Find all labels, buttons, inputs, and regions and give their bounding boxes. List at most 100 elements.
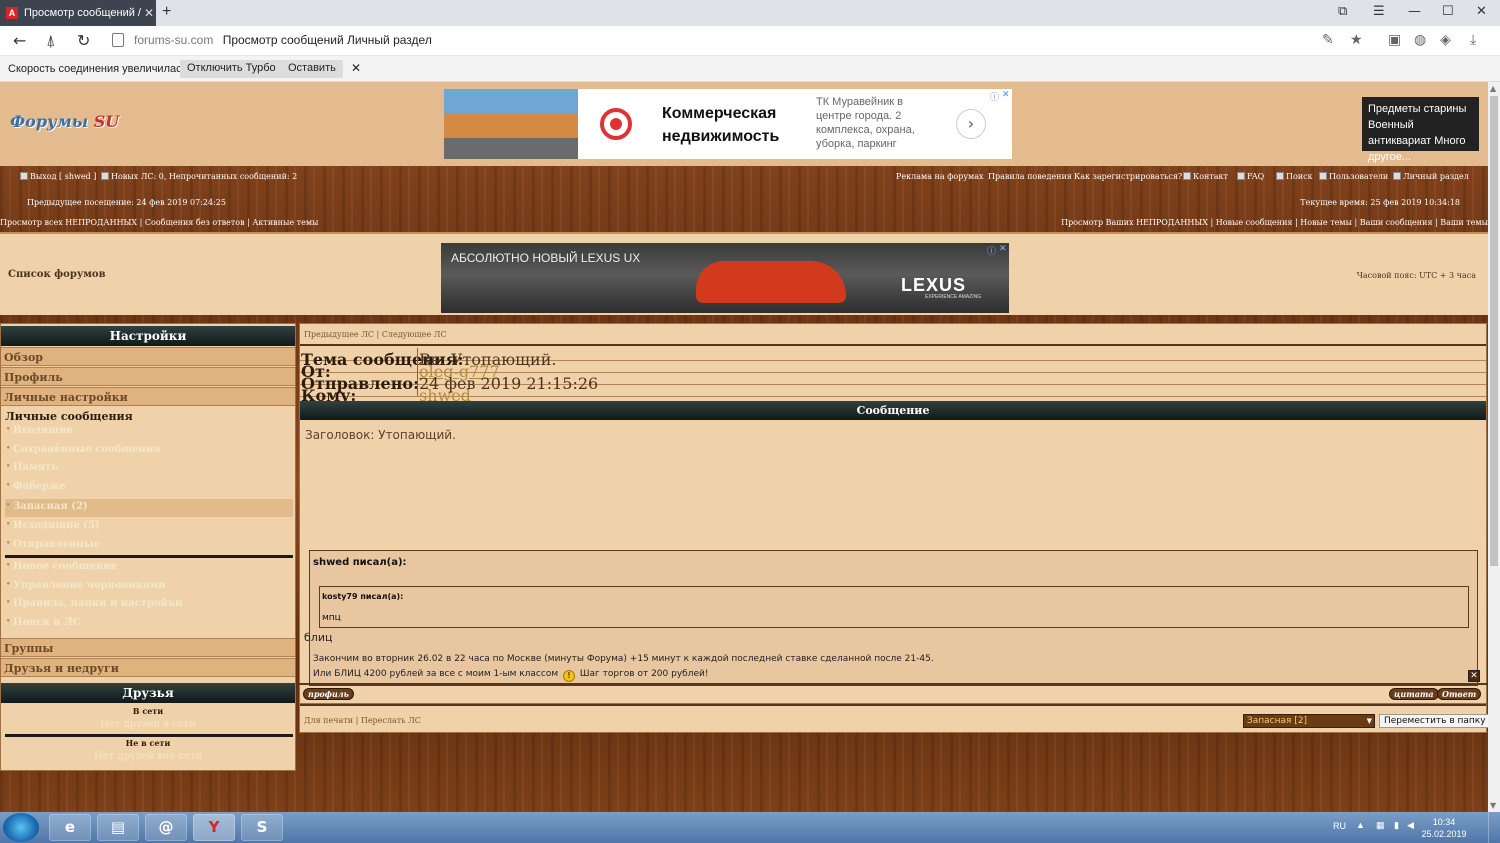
turbo-icon[interactable]: ⍋ [46,31,56,51]
pm-folder-outbox[interactable]: Исходящие (5) [5,518,293,536]
pm-navigation[interactable]: Предыдущее ЛС | Следующее ЛС [304,330,447,339]
antiques-ad[interactable]: Предметы старины Военный антиквариат Мно… [1362,97,1479,163]
menu-preferences[interactable]: Личные настройки [1,387,295,406]
ad-info-icon[interactable]: ⓘ [987,244,996,257]
maximize-icon[interactable]: ☐ [1442,4,1454,19]
menu-friends-foes[interactable]: Друзья и недруги [1,658,295,677]
menu-overview[interactable]: Обзор [1,347,295,366]
search-icon [1276,172,1284,180]
close-window-icon[interactable]: ✕ [1476,4,1487,19]
site-logo[interactable]: Форумы SU [10,112,119,131]
reload-icon[interactable]: ↻ [77,31,90,50]
folder-select[interactable]: Запасная [2] ▼ [1243,714,1375,728]
nav-link-register[interactable]: Как зарегистрироваться? [1074,172,1182,181]
pm-folder-inbox[interactable]: Входящие [5,423,293,441]
scroll-up-icon[interactable]: ▲ [1490,84,1496,93]
sent-row: Отправлено: 24 фев 2019 21:15:26 [300,373,1486,393]
tab-close-icon[interactable]: ✕ [142,6,156,20]
search-links-right[interactable]: Просмотр Ваших НЕПРОДАННЫХ | Новые сообщ… [1061,218,1488,227]
site-info-icon[interactable] [112,33,124,47]
offline-label: Не в сети [125,738,171,748]
skype-icon[interactable]: S [241,814,283,841]
pm-icon [101,172,109,180]
new-pm-text: Новых ЛС: 0, Непрочитанных сообщений: 2 [111,172,298,181]
ad-arrow-icon[interactable]: › [956,109,986,139]
menu-profile[interactable]: Профиль [1,367,295,386]
folder-select-value: Запасная [2] [1247,716,1308,726]
nav-link-contact[interactable]: Контакт [1183,172,1228,181]
ad-info-icon[interactable]: ⓘ [990,90,999,103]
search-text: Поиск [1286,172,1313,181]
show-desktop-button[interactable] [1488,812,1500,843]
nav-link-faq[interactable]: FAQ [1237,172,1264,181]
minimize-icon[interactable]: — [1408,4,1421,19]
system-clock[interactable]: 10:34 25.02.2019 [1420,816,1468,840]
nav-link-advertising[interactable]: Реклама на форумах [896,172,984,181]
pm-folder-sent[interactable]: Отправленные [5,537,293,555]
pm-folder-faberge[interactable]: Фаберже [5,479,293,497]
language-indicator[interactable]: RU [1333,821,1346,831]
ie-icon[interactable]: e [49,814,91,841]
move-to-folder-button[interactable]: Переместить в папку [1379,714,1488,728]
browser-tab[interactable]: A Просмотр сообщений / ✕ [0,0,156,26]
nav-link-ucp[interactable]: Личный раздел [1393,172,1469,181]
pm-folder-backup[interactable]: Запасная (2) [5,499,293,517]
signal-icon[interactable]: ▮ [1394,820,1399,831]
pm-rules-folders[interactable]: Правила, папки и настройки [5,596,293,614]
ad-close-icon[interactable]: ✕ [999,244,1007,254]
pm-folder-memory[interactable]: Память [5,460,293,478]
reader-mode-icon[interactable]: ✎ [1322,32,1334,48]
scrollbar-thumb[interactable] [1490,96,1498,566]
to-row: Кому: shwed [300,385,1486,405]
menu-groups[interactable]: Группы [1,638,295,657]
screenshot-icon[interactable]: ▣ [1388,32,1401,48]
alice-icon[interactable]: ◍ [1414,32,1426,48]
clock-time: 10:34 [1432,817,1456,827]
forward-link[interactable]: Переслать ЛС [361,716,421,725]
url-field[interactable]: forums-su.com Просмотр сообщений Личный … [112,33,432,47]
protect-icon[interactable]: ◈ [1440,32,1451,48]
pm-folder-saved[interactable]: Сохранённые сообщения [5,442,293,460]
delete-icon[interactable]: ✕ [1468,670,1480,682]
lexus-ad[interactable]: АБСОЛЮТНО НОВЫЙ LEXUS UX LEXUS EXPERIENC… [441,243,1009,313]
downloads-icon[interactable]: ⤓ [1470,32,1476,48]
quote-block: shwed писал(а): kosty79 писал(а): мпц [309,550,1478,686]
bookmark-icon[interactable]: ★ [1350,32,1363,48]
forum-bar: Список форумов АБСОЛЮТНО НОВЫЙ LEXUS UX … [0,232,1488,315]
forum-list-link[interactable]: Список форумов [8,269,106,280]
menu-icon[interactable]: ☰ [1373,4,1385,19]
back-icon[interactable]: ← [13,31,26,50]
yandex-browser-icon[interactable]: Y [193,814,235,841]
explorer-icon[interactable]: ▤ [97,814,139,841]
turbo-disable-button[interactable]: Отключить Турбо [180,60,283,78]
scroll-down-icon[interactable]: ▼ [1490,801,1496,810]
search-links-left[interactable]: Просмотр всех НЕПРОДАННЫХ | Сообщения бе… [0,218,318,227]
nav-link-search[interactable]: Поиск [1276,172,1313,181]
new-pm-link[interactable]: Новых ЛС: 0, Непрочитанных сообщений: 2 [101,172,297,181]
tabs-list-icon[interactable]: ⧉ [1338,4,1347,19]
pm-search[interactable]: Поиск в ЛС [5,615,293,633]
users-text: Пользователи [1329,172,1389,181]
pm-drafts[interactable]: Управление черновиками [5,578,293,596]
new-tab-button[interactable]: + [162,3,171,21]
profile-button[interactable]: профиль [303,688,354,700]
turbo-keep-button[interactable]: Оставить [281,60,343,78]
network-icon[interactable]: ▦ [1376,820,1385,831]
start-button[interactable] [3,813,39,842]
mail-agent-icon[interactable]: @ [145,814,187,841]
ucp-text: Личный раздел [1403,172,1469,181]
tray-arrow-icon[interactable]: ▲ [1356,820,1365,830]
nav-link-rules[interactable]: Правила поведения [988,172,1072,181]
from-row: От: oleg-g777 [300,361,1486,381]
volume-icon[interactable]: ◀ [1407,820,1414,831]
pm-new-message[interactable]: Новое сообщение [5,559,293,577]
ad-banner-realty[interactable]: Коммерческая недвижимость ТК Муравейник … [444,89,1012,159]
print-link[interactable]: Для печати [304,716,353,725]
infobar-close-icon[interactable]: ✕ [351,61,361,75]
logout-link[interactable]: Выход [ shwed ] [20,172,96,181]
quote-button[interactable]: цитата [1389,688,1439,700]
nav-link-users[interactable]: Пользователи [1319,172,1388,181]
reply-button[interactable]: Ответ [1437,688,1482,700]
ad-close-icon[interactable]: ✕ [1002,90,1010,100]
page-scrollbar[interactable]: ▲ ▼ [1488,82,1500,812]
